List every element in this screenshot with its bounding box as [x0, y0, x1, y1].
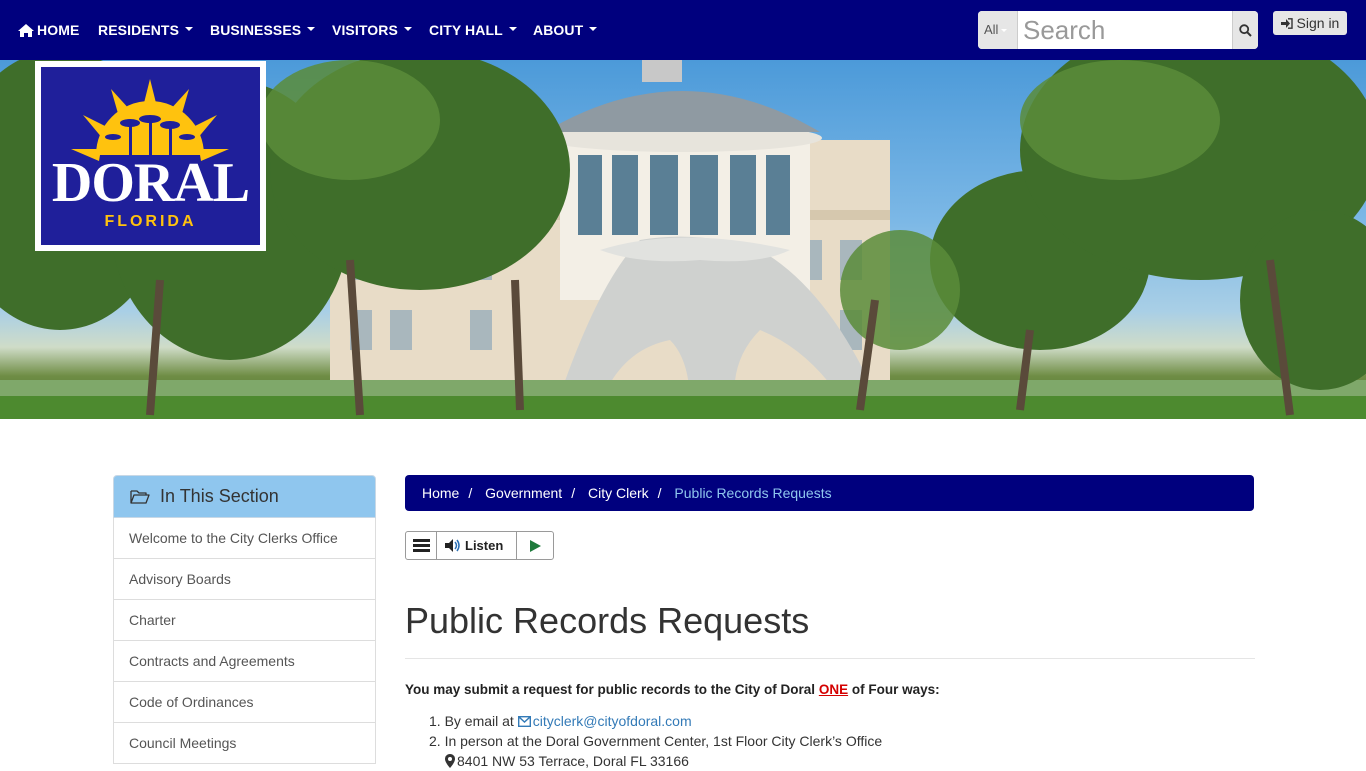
section-sidebar: In This Section Welcome to the City Cler…: [113, 475, 376, 764]
sidebar-item-contracts[interactable]: Contracts and Agreements: [113, 641, 376, 682]
caret-down-icon: [508, 27, 517, 32]
sidebar-title: In This Section: [160, 486, 279, 506]
caret-down-icon: [307, 27, 316, 32]
breadcrumb-home[interactable]: Home: [422, 485, 459, 501]
breadcrumb-city-clerk[interactable]: City Clerk: [588, 485, 649, 501]
map-marker-icon: [445, 754, 455, 768]
nav-city-hall-label: CITY HALL: [429, 22, 503, 38]
list-item-text: By email at: [444, 713, 518, 729]
request-methods-list: 1. By email at cityclerk@cityofdoral.com…: [429, 711, 882, 771]
listen-menu-button[interactable]: [406, 532, 437, 559]
sign-in-label: Sign in: [1296, 15, 1340, 31]
list-item-text: In person at the Doral Government Center…: [444, 733, 883, 749]
sidebar-item-welcome[interactable]: Welcome to the City Clerks Office: [113, 518, 376, 559]
email-link[interactable]: cityclerk@cityofdoral.com: [533, 713, 692, 729]
nav-businesses[interactable]: BUSINESSES: [210, 22, 316, 38]
sidebar-item-advisory-boards[interactable]: Advisory Boards: [113, 559, 376, 600]
nav-residents[interactable]: RESIDENTS: [98, 22, 194, 38]
breadcrumb: Home / Government / City Clerk / Public Rec…: [405, 475, 1254, 511]
nav-about[interactable]: ABOUT: [533, 22, 598, 38]
caret-down-icon: [1001, 29, 1008, 33]
menu-icon: [412, 539, 430, 552]
intro-emphasis: ONE: [818, 682, 849, 697]
breadcrumb-government[interactable]: Government: [485, 485, 562, 501]
sidebar-item-council-meetings[interactable]: Council Meetings: [113, 723, 376, 764]
search-group: All: [978, 11, 1258, 49]
play-button[interactable]: [517, 532, 553, 559]
intro-text-start: You may submit a request for public reco…: [405, 682, 819, 697]
home-icon: [18, 24, 34, 37]
list-item-number: 1.: [429, 713, 441, 729]
sidebar-item-code-of-ordinances[interactable]: Code of Ordinances: [113, 682, 376, 723]
envelope-icon: [517, 715, 531, 728]
nav-city-hall[interactable]: CITY HALL: [429, 22, 517, 38]
page-title: Public Records Requests: [405, 600, 810, 641]
list-item-number: 2.: [429, 733, 441, 749]
list-item: 2. In person at the Doral Government Cen…: [429, 731, 882, 751]
nav-home-label: HOME: [37, 22, 80, 38]
sidebar-item-charter[interactable]: Charter: [113, 600, 376, 641]
search-scope-select[interactable]: All: [978, 11, 1018, 49]
folder-open-icon: [130, 490, 150, 504]
nav-businesses-label: BUSINESSES: [210, 22, 302, 38]
listen-widget: Listen: [405, 531, 554, 560]
breadcrumb-current: Public Records Requests: [674, 485, 832, 501]
listen-label: Listen: [465, 538, 504, 553]
caret-down-icon: [589, 27, 598, 32]
nav-home[interactable]: HOME: [18, 22, 79, 38]
nav-residents-label: RESIDENTS: [98, 22, 180, 38]
listen-button[interactable]: Listen: [437, 532, 517, 559]
intro-text: You may submit a request for public reco…: [405, 682, 940, 697]
hero-banner: DORAL FLORIDA: [0, 60, 1366, 419]
search-icon: [1239, 23, 1252, 37]
sidebar-header: In This Section: [113, 475, 376, 518]
top-navbar: HOME RESIDENTS BUSINESSES VISITORS CITY …: [0, 0, 1366, 60]
title-divider: [405, 658, 1255, 659]
intro-text-end: of Four ways:: [848, 682, 940, 697]
search-input[interactable]: [1018, 11, 1232, 49]
address-line: 8401 NW 53 Terrace, Doral FL 33166: [429, 751, 882, 771]
play-icon: [529, 539, 541, 552]
logo-city-name: DORAL: [51, 152, 250, 214]
search-button[interactable]: [1232, 11, 1258, 49]
caret-down-icon: [403, 27, 412, 32]
caret-down-icon: [185, 27, 194, 32]
address-text: 8401 NW 53 Terrace, Doral FL 33166: [457, 753, 689, 769]
doral-logo-badge: DORAL FLORIDA: [41, 67, 260, 245]
sign-in-icon: [1280, 18, 1293, 29]
nav-about-label: ABOUT: [533, 22, 584, 38]
list-item: 1. By email at cityclerk@cityofdoral.com: [429, 711, 882, 731]
nav-visitors-label: VISITORS: [332, 22, 398, 38]
sign-in-button[interactable]: Sign in: [1273, 11, 1347, 35]
nav-visitors[interactable]: VISITORS: [332, 22, 412, 38]
logo-state-name: FLORIDA: [104, 213, 197, 230]
speaker-icon: [445, 539, 460, 552]
search-scope-label: All: [984, 22, 999, 37]
doral-logo[interactable]: DORAL FLORIDA: [35, 61, 266, 251]
